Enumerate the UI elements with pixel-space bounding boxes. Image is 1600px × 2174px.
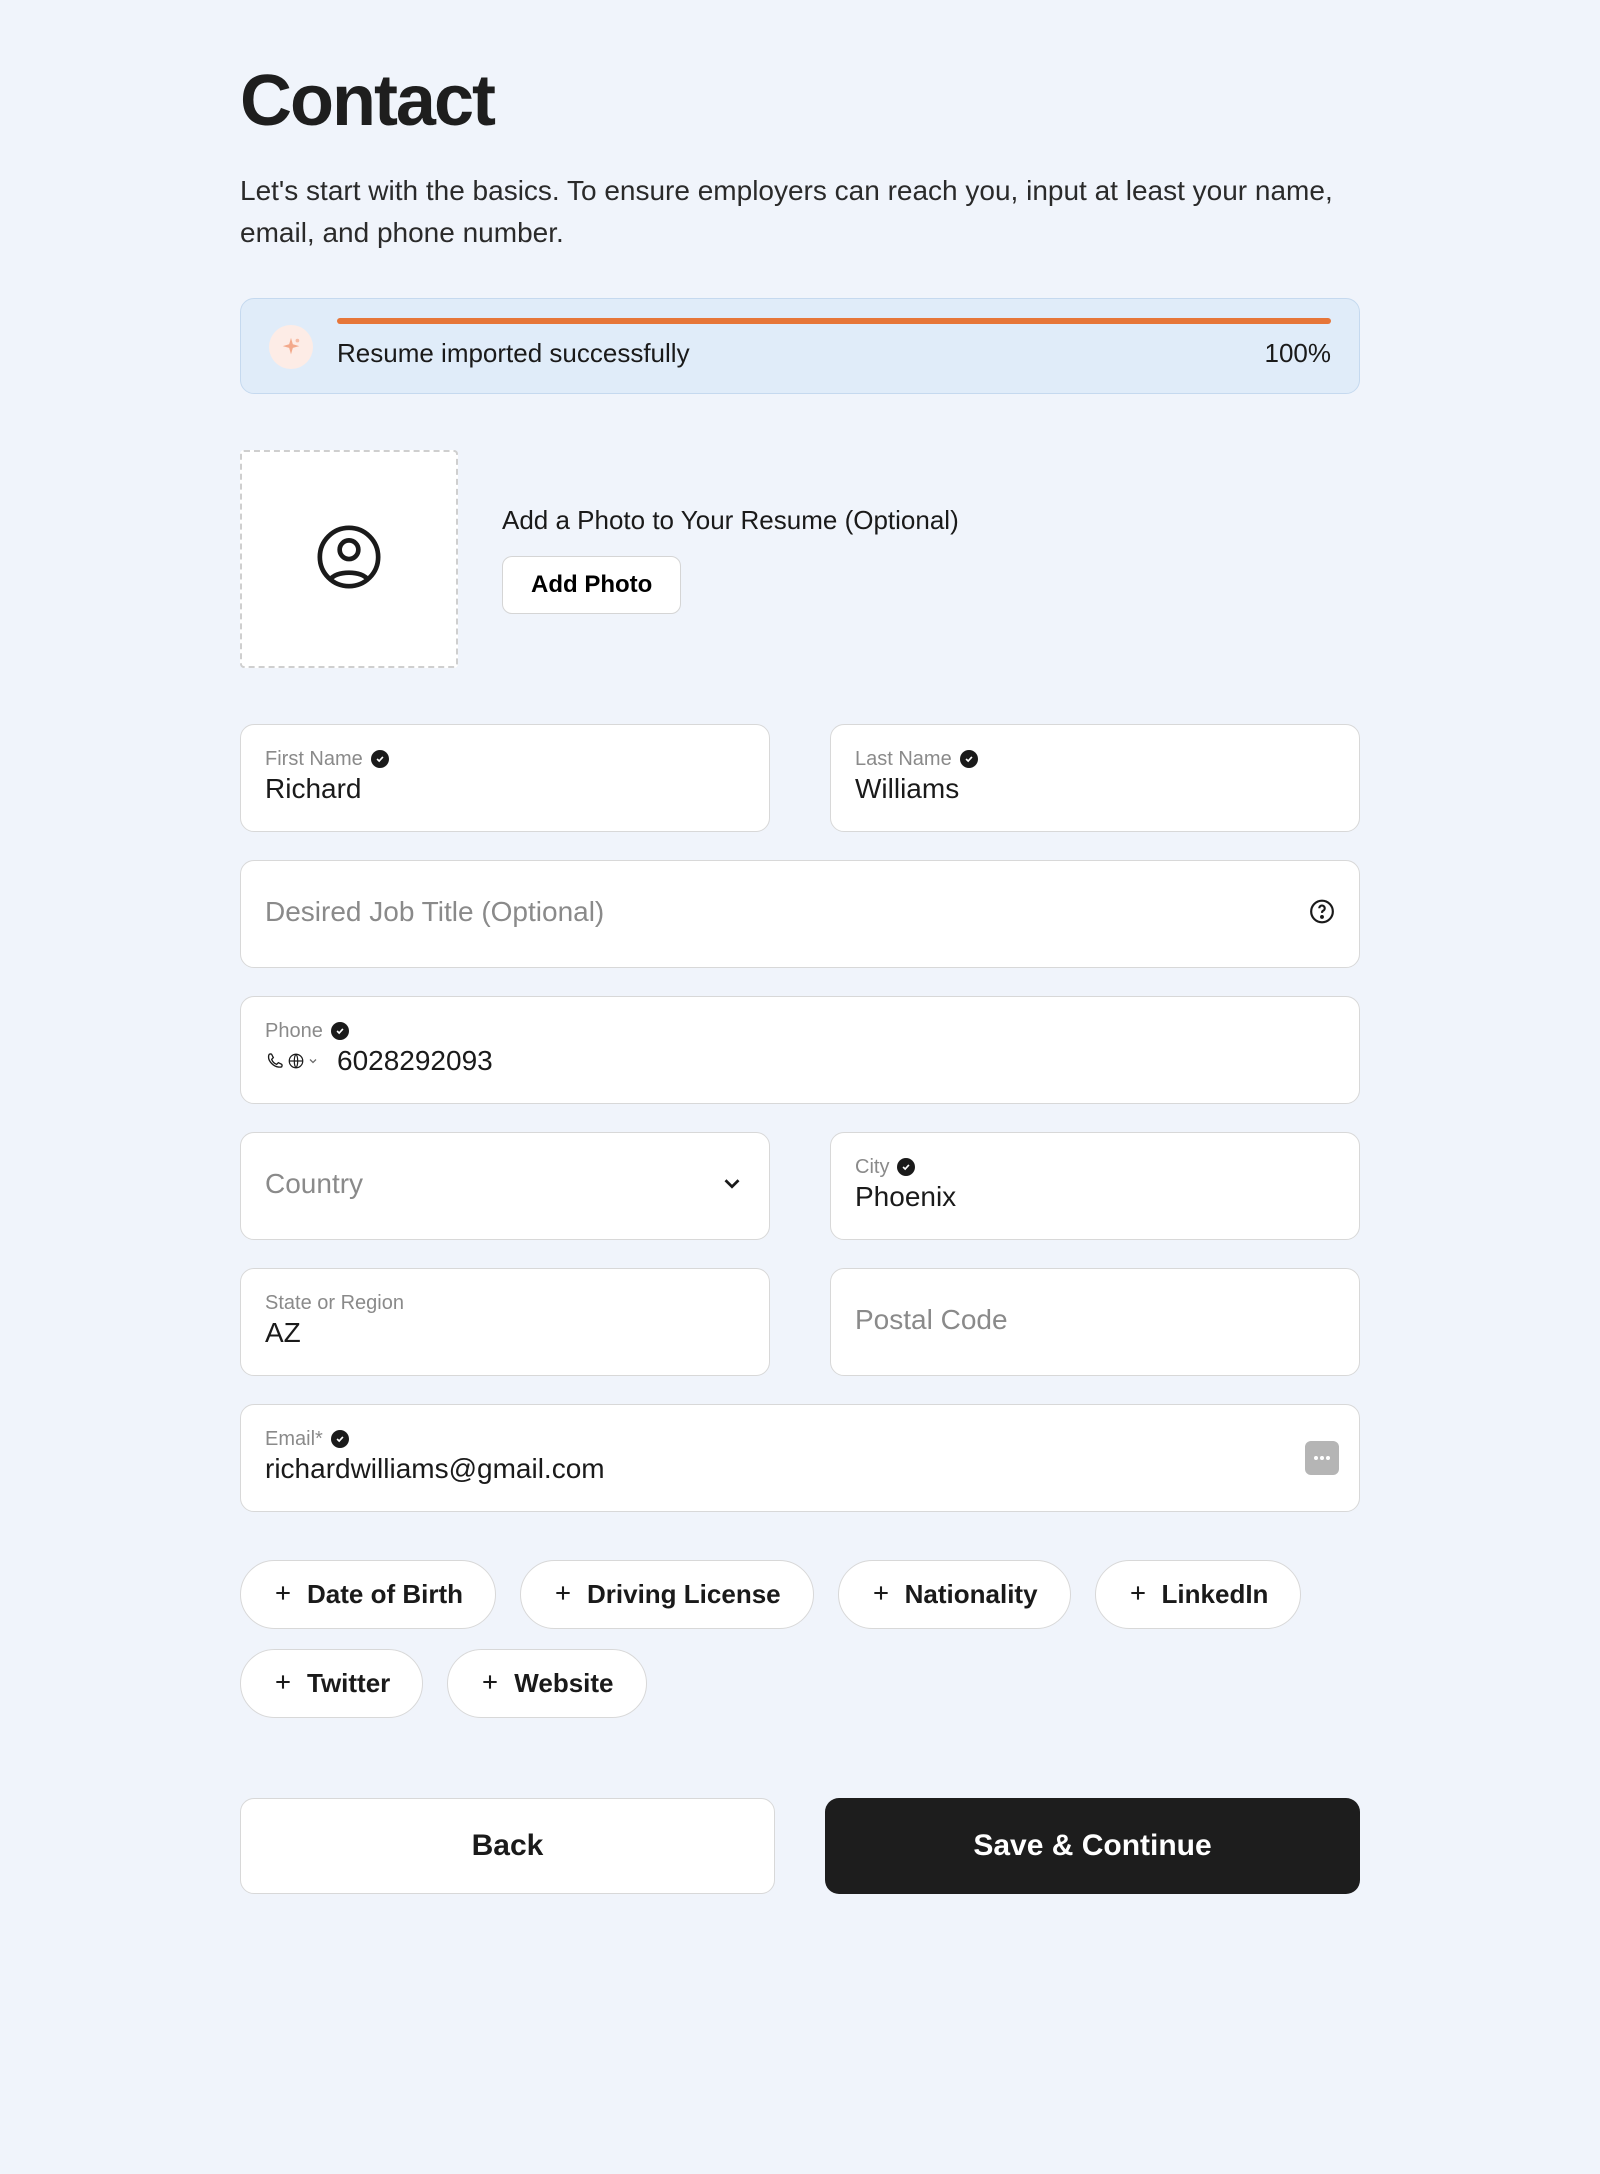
back-button[interactable]: Back: [240, 1798, 775, 1894]
photo-section-label: Add a Photo to Your Resume (Optional): [502, 505, 959, 536]
city-value: Phoenix: [855, 1181, 1335, 1213]
first-name-value: Richard: [265, 773, 745, 805]
check-icon: [371, 750, 389, 768]
save-continue-button[interactable]: Save & Continue: [825, 1798, 1360, 1894]
add-nationality-chip[interactable]: Nationality: [838, 1560, 1071, 1629]
globe-icon: [287, 1052, 305, 1070]
email-value: richardwilliams@gmail.com: [265, 1453, 1335, 1485]
help-icon[interactable]: [1309, 899, 1335, 930]
chip-label: LinkedIn: [1162, 1579, 1269, 1610]
add-dob-chip[interactable]: Date of Birth: [240, 1560, 496, 1629]
phone-label: Phone: [265, 1020, 323, 1043]
city-field[interactable]: City Phoenix: [830, 1132, 1360, 1240]
state-label: State or Region: [265, 1292, 404, 1315]
add-photo-button[interactable]: Add Photo: [502, 556, 681, 614]
chip-label: Twitter: [307, 1668, 390, 1699]
add-website-chip[interactable]: Website: [447, 1649, 646, 1718]
plus-icon: [480, 1668, 500, 1699]
city-label: City: [855, 1156, 889, 1179]
last-name-label: Last Name: [855, 748, 952, 771]
last-name-value: Williams: [855, 773, 1335, 805]
chevron-down-icon: [719, 1171, 745, 1202]
progress-fill: [337, 318, 1331, 324]
state-field[interactable]: State or Region AZ: [240, 1268, 770, 1376]
phone-icon: [265, 1051, 285, 1071]
chip-label: Website: [514, 1668, 613, 1699]
chip-label: Driving License: [587, 1579, 781, 1610]
email-label: Email*: [265, 1428, 323, 1451]
postal-field[interactable]: Postal Code: [830, 1268, 1360, 1376]
email-field[interactable]: Email* richardwilliams@gmail.com: [240, 1404, 1360, 1512]
add-twitter-chip[interactable]: Twitter: [240, 1649, 423, 1718]
page-subtitle: Let's start with the basics. To ensure e…: [240, 170, 1360, 254]
job-title-placeholder: Desired Job Title (Optional): [265, 896, 1335, 928]
add-linkedin-chip[interactable]: LinkedIn: [1095, 1560, 1302, 1629]
last-name-field[interactable]: Last Name Williams: [830, 724, 1360, 832]
photo-dropzone[interactable]: [240, 450, 458, 668]
progress-track: [337, 318, 1331, 324]
first-name-field[interactable]: First Name Richard: [240, 724, 770, 832]
check-icon: [331, 1430, 349, 1448]
plus-icon: [871, 1579, 891, 1610]
check-icon: [897, 1158, 915, 1176]
phone-field[interactable]: Phone 6028292093: [240, 996, 1360, 1104]
phone-country-selector[interactable]: [265, 1051, 319, 1071]
job-title-field[interactable]: Desired Job Title (Optional): [240, 860, 1360, 968]
check-icon: [331, 1022, 349, 1040]
add-license-chip[interactable]: Driving License: [520, 1560, 814, 1629]
page-title: Contact: [240, 60, 1360, 142]
status-percent: 100%: [1265, 338, 1332, 369]
first-name-label: First Name: [265, 748, 363, 771]
postal-placeholder: Postal Code: [855, 1304, 1335, 1336]
chip-label: Date of Birth: [307, 1579, 463, 1610]
country-field[interactable]: Country: [240, 1132, 770, 1240]
status-message: Resume imported successfully: [337, 338, 690, 369]
email-autofill-icon[interactable]: [1305, 1441, 1339, 1475]
plus-icon: [273, 1579, 293, 1610]
chevron-down-icon: [307, 1055, 319, 1067]
plus-icon: [553, 1579, 573, 1610]
import-status-banner: Resume imported successfully 100%: [240, 298, 1360, 394]
sparkle-icon: [269, 325, 313, 369]
person-icon: [314, 522, 384, 597]
country-placeholder: Country: [265, 1168, 745, 1200]
state-value: AZ: [265, 1317, 745, 1349]
chip-label: Nationality: [905, 1579, 1038, 1610]
phone-value: 6028292093: [337, 1045, 493, 1077]
check-icon: [960, 750, 978, 768]
plus-icon: [273, 1668, 293, 1699]
plus-icon: [1128, 1579, 1148, 1610]
contact-form-container: Contact Let's start with the basics. To …: [200, 0, 1400, 1934]
